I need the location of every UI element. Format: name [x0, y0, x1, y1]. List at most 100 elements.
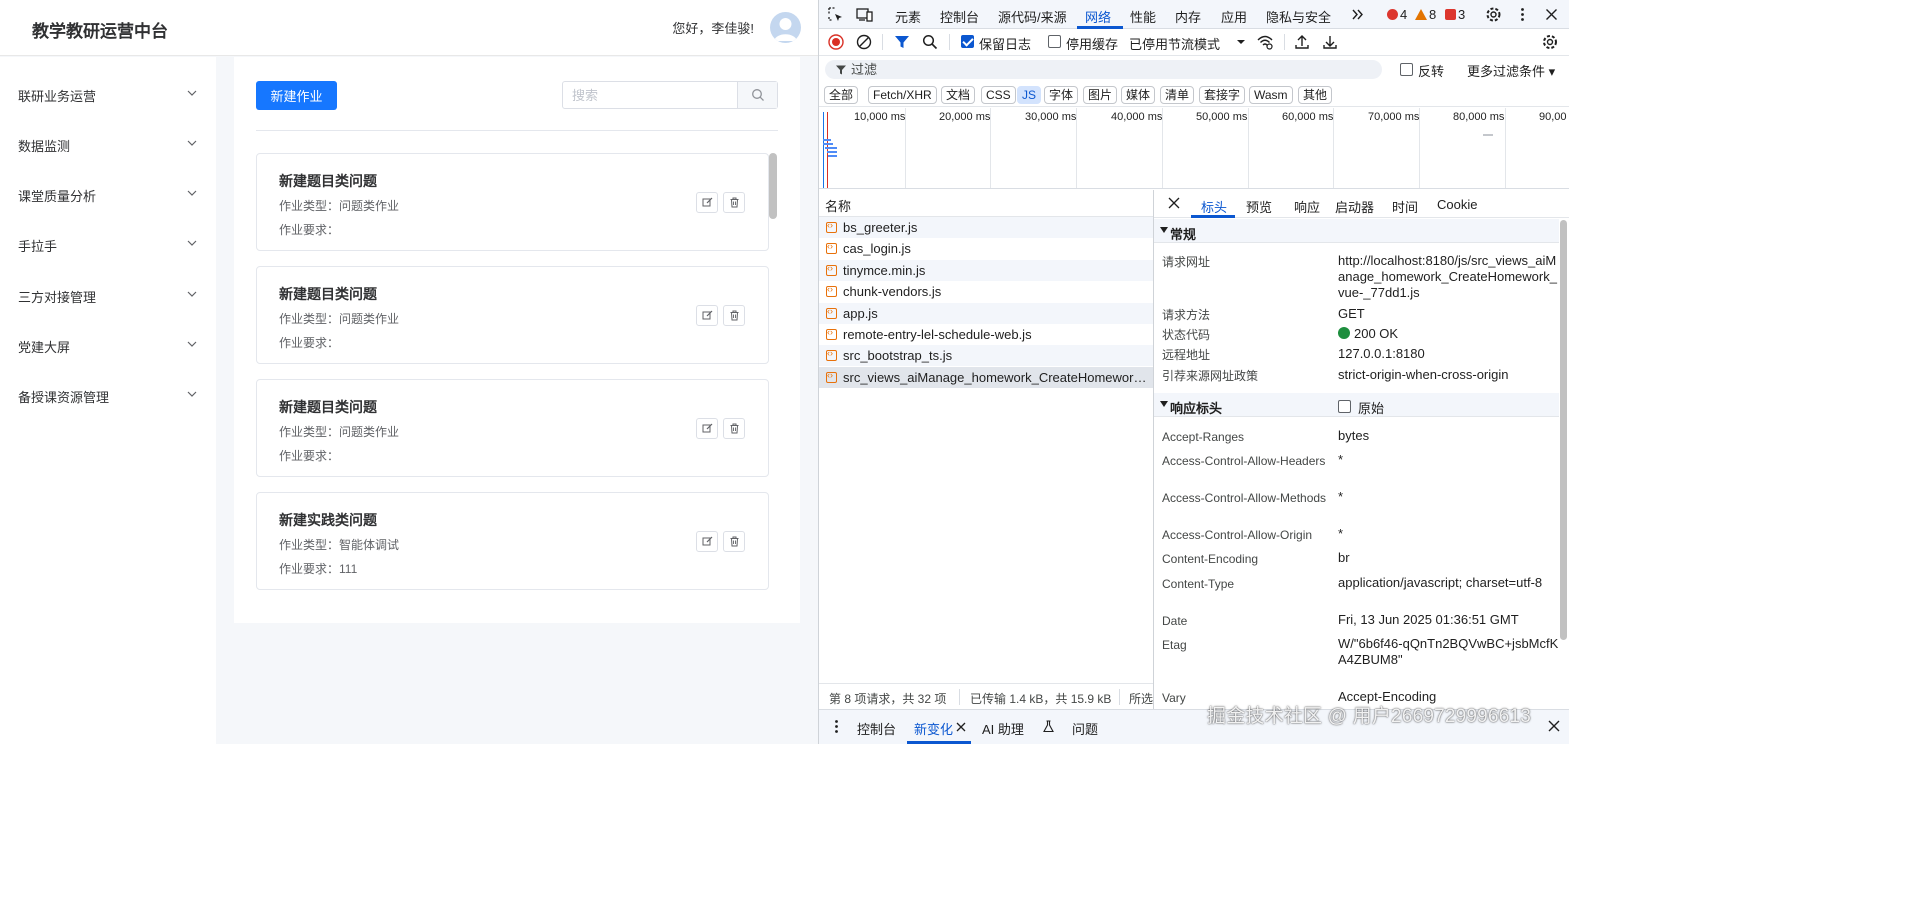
- section-title: 响应标头: [1170, 401, 1223, 416]
- type-filter-socket[interactable]: 套接字: [1199, 86, 1246, 104]
- tab-initiator[interactable]: 启动器: [1335, 197, 1374, 216]
- close-devtools-icon[interactable]: [1543, 6, 1560, 23]
- tab-application[interactable]: 应用: [1221, 7, 1247, 26]
- drawer-tab-issues[interactable]: 问题: [1072, 719, 1098, 738]
- request-row[interactable]: cas_login.js: [819, 238, 1153, 259]
- request-row[interactable]: tinymce.min.js: [819, 260, 1153, 281]
- tab-elements[interactable]: 元素: [895, 7, 921, 26]
- drawer-tab-console[interactable]: 控制台: [857, 719, 896, 738]
- tab-headers[interactable]: 标头: [1201, 197, 1227, 216]
- invert-checkbox[interactable]: [1400, 63, 1413, 76]
- export-har-icon[interactable]: [1321, 33, 1339, 51]
- sidebar-item-data-monitor[interactable]: 数据监测: [0, 120, 216, 170]
- clear-log-icon[interactable]: [855, 33, 873, 51]
- tab-sources[interactable]: 源代码/来源: [998, 7, 1067, 26]
- more-filters-dropdown[interactable]: 更多过滤条件 ▾: [1467, 61, 1555, 80]
- response-headers-section-header[interactable]: 响应标头 原始: [1154, 393, 1559, 417]
- inspect-element-icon[interactable]: [827, 6, 844, 23]
- type-filter-css[interactable]: CSS: [981, 86, 1016, 104]
- delete-button[interactable]: [723, 192, 745, 213]
- homework-requirement: 作业要求：111: [279, 562, 358, 576]
- import-har-icon[interactable]: [1293, 33, 1311, 51]
- request-row-selected[interactable]: src_views_aiManage_homework_CreateHomewo…: [819, 367, 1153, 388]
- more-tabs-icon[interactable]: [1349, 6, 1366, 23]
- drawer-menu-icon[interactable]: [828, 718, 845, 735]
- tab-response[interactable]: 响应: [1294, 197, 1320, 216]
- tab-privacy-security[interactable]: 隐私与安全: [1266, 7, 1331, 26]
- tab-memory[interactable]: 内存: [1175, 7, 1201, 26]
- type-filter-doc[interactable]: 文档: [941, 86, 976, 104]
- search-icon[interactable]: [921, 33, 939, 51]
- request-row[interactable]: chunk-vendors.js: [819, 281, 1153, 302]
- drawer-tab-ai-assistant[interactable]: AI 助理: [982, 719, 1024, 738]
- request-row[interactable]: app.js: [819, 303, 1153, 324]
- stop-recording-icon[interactable]: [827, 33, 845, 51]
- sidebar-item-lesson-resources[interactable]: 备授课资源管理: [0, 371, 216, 421]
- sidebar-item-third-party[interactable]: 三方对接管理: [0, 271, 216, 321]
- sidebar-item-class-quality[interactable]: 课堂质量分析: [0, 170, 216, 220]
- type-filter-media[interactable]: 媒体: [1121, 86, 1156, 104]
- tab-network[interactable]: 网络: [1085, 7, 1111, 26]
- card-list-scrollbar[interactable]: [769, 153, 777, 219]
- sidebar-item-lianyan[interactable]: 联研业务运营: [0, 70, 216, 120]
- preserve-log-checkbox[interactable]: [961, 35, 974, 48]
- type-filter-fetch-xhr[interactable]: Fetch/XHR: [868, 86, 937, 104]
- tab-console[interactable]: 控制台: [940, 7, 979, 26]
- general-section-header[interactable]: 常规: [1154, 219, 1559, 243]
- network-settings-gear-icon[interactable]: [1541, 33, 1559, 51]
- delete-button[interactable]: [723, 305, 745, 326]
- search-button[interactable]: [737, 82, 777, 108]
- timeline-request-bar: [825, 147, 837, 149]
- dropdown-arrow-icon[interactable]: [1232, 33, 1250, 51]
- request-row[interactable]: bs_greeter.js: [819, 217, 1153, 238]
- more-options-icon[interactable]: [1514, 6, 1531, 23]
- type-filter-js[interactable]: JS: [1017, 86, 1042, 104]
- issue-count-badge[interactable]: 3: [1445, 7, 1465, 22]
- header-key: Accept-Ranges: [1162, 430, 1245, 444]
- chevron-down-icon: [187, 140, 197, 146]
- delete-button[interactable]: [723, 418, 745, 439]
- close-drawer-icon[interactable]: [1547, 719, 1561, 733]
- throttle-select[interactable]: 已停用节流模式: [1129, 34, 1220, 53]
- drawer-tab-whats-new[interactable]: 新变化: [914, 719, 953, 738]
- network-conditions-icon[interactable]: [1256, 33, 1274, 51]
- type-filter-img[interactable]: 图片: [1083, 86, 1118, 104]
- tab-timing[interactable]: 时间: [1392, 197, 1418, 216]
- type-filter-all[interactable]: 全部: [824, 86, 859, 104]
- disable-cache-checkbox[interactable]: [1048, 35, 1061, 48]
- tab-performance[interactable]: 性能: [1130, 7, 1156, 26]
- edit-button[interactable]: [696, 305, 718, 326]
- request-row[interactable]: remote-entry-lel-schedule-web.js: [819, 324, 1153, 345]
- device-toolbar-icon[interactable]: [856, 6, 873, 23]
- edit-button[interactable]: [696, 531, 718, 552]
- close-tab-icon[interactable]: [955, 721, 967, 733]
- delete-button[interactable]: [723, 531, 745, 552]
- edit-button[interactable]: [696, 418, 718, 439]
- type-filter-wasm[interactable]: Wasm: [1249, 86, 1293, 104]
- type-filter-font[interactable]: 字体: [1044, 86, 1079, 104]
- user-avatar[interactable]: [770, 12, 801, 43]
- tab-preview[interactable]: 预览: [1246, 197, 1272, 216]
- search-input[interactable]: [563, 82, 737, 108]
- close-icon[interactable]: [1167, 196, 1181, 210]
- detail-scrollbar[interactable]: [1560, 220, 1567, 640]
- filter-icon[interactable]: [893, 33, 911, 51]
- filter-input[interactable]: [851, 60, 1371, 79]
- settings-gear-icon[interactable]: [1485, 6, 1502, 23]
- warning-count-badge[interactable]: 8: [1415, 7, 1436, 22]
- new-homework-button[interactable]: 新建作业: [256, 81, 337, 110]
- edit-button[interactable]: [696, 192, 718, 213]
- request-list-header[interactable]: 名称: [819, 190, 1153, 217]
- type-filter-other[interactable]: 其他: [1298, 86, 1333, 104]
- type-filter-manifest[interactable]: 清单: [1160, 86, 1195, 104]
- request-name: remote-entry-lel-schedule-web.js: [843, 327, 1032, 342]
- header-key: Access-Control-Allow-Headers: [1162, 454, 1326, 468]
- sidebar-item-hand-in-hand[interactable]: 手拉手: [0, 220, 216, 270]
- tab-cookies[interactable]: Cookie: [1437, 197, 1477, 212]
- raw-headers-checkbox[interactable]: [1338, 400, 1351, 413]
- network-overview-timeline[interactable]: 10,000 ms 20,000 ms 30,000 ms 40,000 ms …: [819, 108, 1569, 189]
- request-row[interactable]: src_bootstrap_ts.js: [819, 345, 1153, 366]
- sidebar-item-party-screen[interactable]: 党建大屏: [0, 321, 216, 371]
- sidebar-item-label: 三方对接管理: [18, 290, 97, 305]
- error-count-badge[interactable]: 4: [1387, 7, 1407, 22]
